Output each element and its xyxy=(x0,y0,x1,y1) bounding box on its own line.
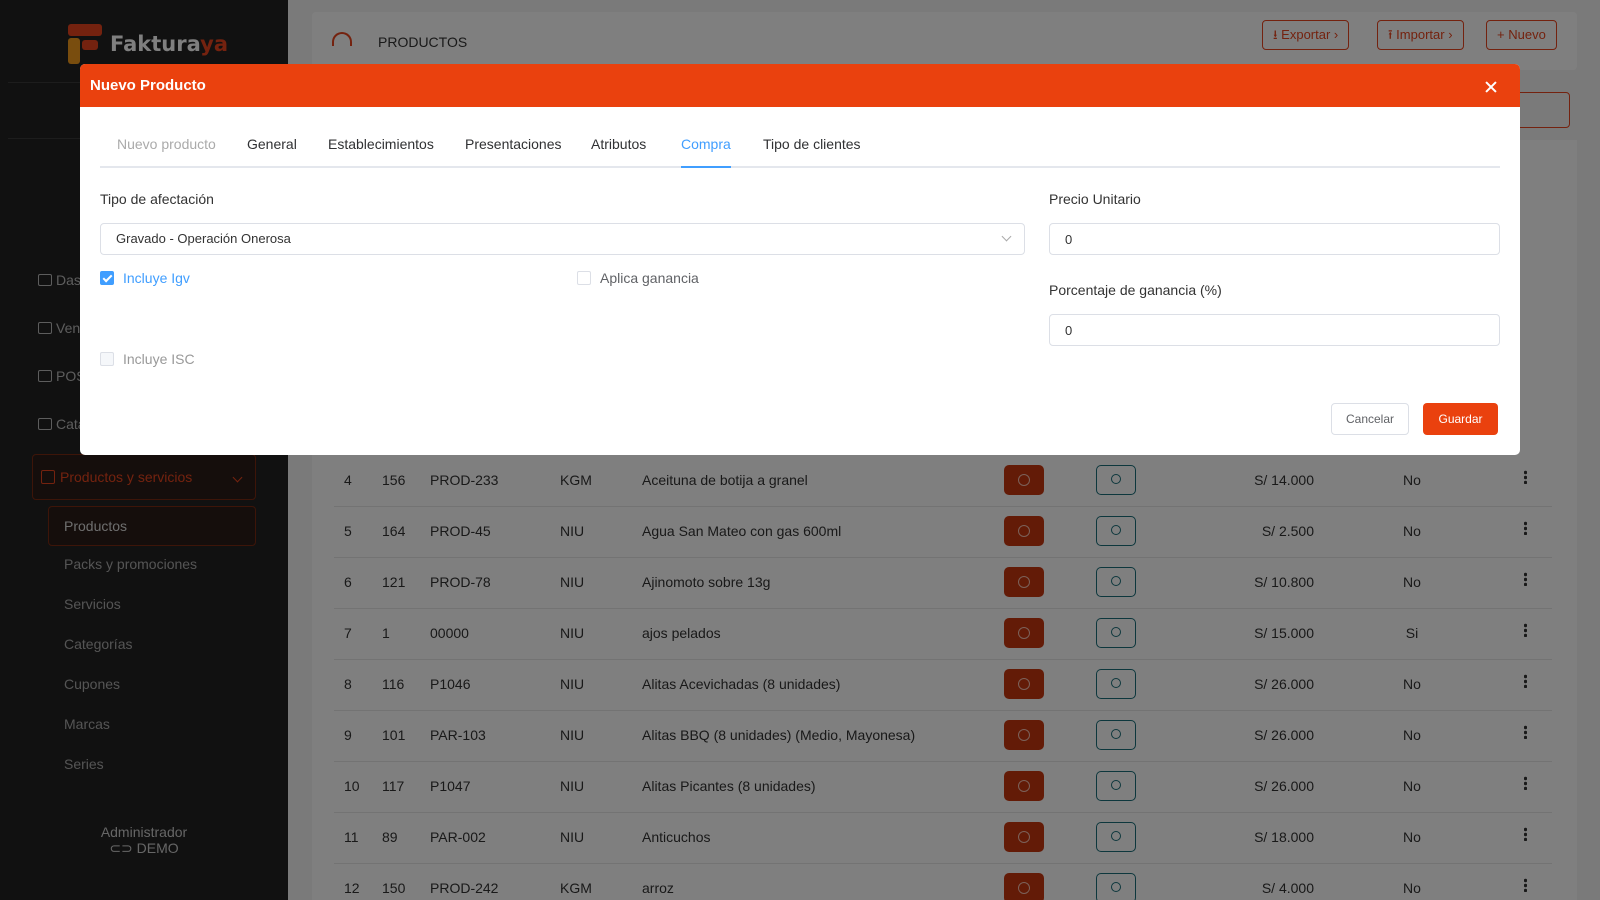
tipo-afectacion-label: Tipo de afectación xyxy=(100,191,214,207)
checkbox-checked-icon xyxy=(100,271,114,285)
tipo-afectacion-select[interactable]: Gravado - Operación Onerosa xyxy=(100,223,1025,255)
tab-atributos[interactable]: Atributos xyxy=(591,136,646,168)
close-icon[interactable] xyxy=(1484,80,1498,94)
cancel-button[interactable]: Cancelar xyxy=(1331,403,1409,435)
checkbox-icon xyxy=(577,271,591,285)
checkbox-icon xyxy=(100,352,114,366)
precio-unitario-input[interactable] xyxy=(1049,223,1500,255)
porcentaje-ganancia-input[interactable] xyxy=(1049,314,1500,346)
modal-tabs: Nuevo producto General Establecimientos … xyxy=(100,136,1500,168)
tab-establecimientos[interactable]: Establecimientos xyxy=(328,136,434,168)
precio-unitario-label: Precio Unitario xyxy=(1049,191,1141,207)
modal-header: Nuevo Producto xyxy=(80,64,1520,107)
modal-title: Nuevo Producto xyxy=(90,77,206,94)
tab-presentaciones[interactable]: Presentaciones xyxy=(465,136,562,168)
save-button[interactable]: Guardar xyxy=(1423,403,1498,435)
tab-tipo-clientes[interactable]: Tipo de clientes xyxy=(763,136,861,168)
aplica-ganancia-label: Aplica ganancia xyxy=(600,270,699,286)
porcentaje-ganancia-label: Porcentaje de ganancia (%) xyxy=(1049,282,1222,298)
tipo-afectacion-value: Gravado - Operación Onerosa xyxy=(116,231,291,246)
chevron-down-icon xyxy=(1001,231,1012,242)
incluye-igv-label: Incluye Igv xyxy=(123,270,190,286)
aplica-ganancia-checkbox[interactable]: Aplica ganancia xyxy=(577,270,699,286)
incluye-isc-checkbox[interactable]: Incluye ISC xyxy=(100,351,195,367)
tab-nuevo-producto: Nuevo producto xyxy=(117,136,216,152)
tab-compra[interactable]: Compra xyxy=(681,136,731,168)
new-product-modal: Nuevo Producto Nuevo producto General Es… xyxy=(80,64,1520,455)
tab-general[interactable]: General xyxy=(247,136,297,168)
incluye-isc-label: Incluye ISC xyxy=(123,351,195,367)
incluye-igv-checkbox[interactable]: Incluye Igv xyxy=(100,270,190,286)
